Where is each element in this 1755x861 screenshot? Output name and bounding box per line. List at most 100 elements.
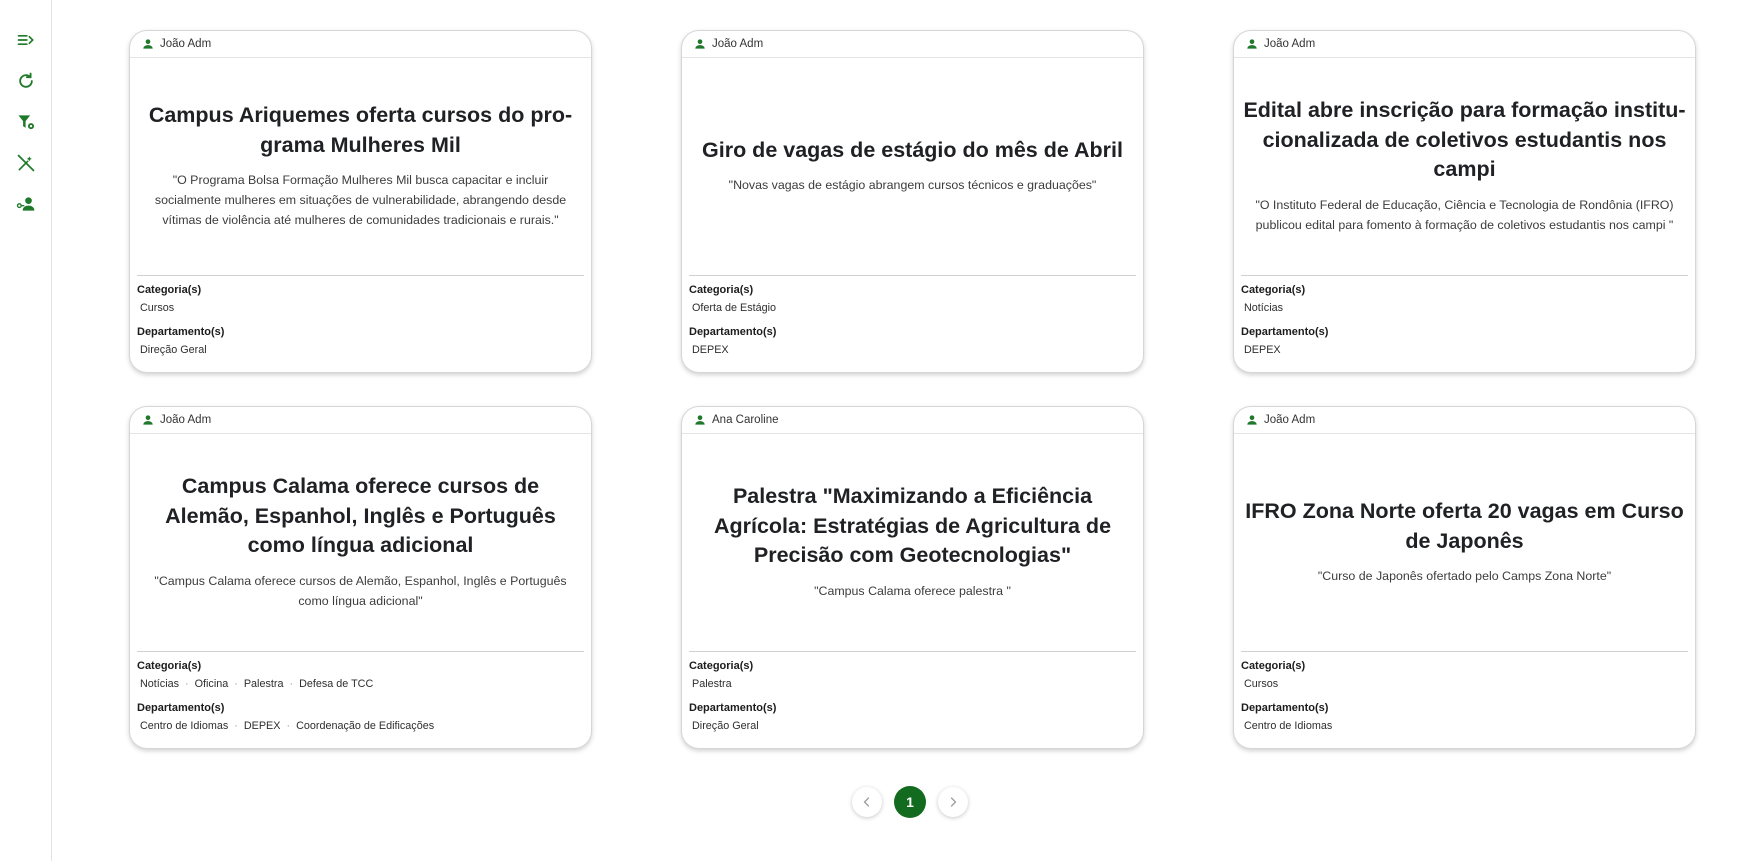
categories-list: Oferta de Estágio xyxy=(689,298,1136,319)
news-card[interactable]: João Adm Edital abre inscrição para form… xyxy=(1233,30,1696,373)
sidebar xyxy=(0,0,52,861)
departments-label: Departamento(s) xyxy=(689,702,777,714)
department-tag: Centro de Idiomas xyxy=(1244,720,1333,732)
card-summary: "Novas vagas de estágio abrangem cursos … xyxy=(728,178,1097,193)
departments-list: Centro de Idiomas xyxy=(1241,716,1688,737)
menu-open-icon[interactable] xyxy=(13,27,39,53)
departments-label: Departamento(s) xyxy=(137,702,225,714)
magic-wand-off-icon[interactable] xyxy=(13,150,39,176)
department-tag: Direção Geral xyxy=(692,720,759,732)
category-tag: Defesa de TCC xyxy=(299,678,374,690)
departments-list: Centro de Idiomas · DEPEX · Coordenação de E… xyxy=(137,716,584,737)
prev-page-button[interactable] xyxy=(852,787,882,817)
card-summary: "O Instituto Federal de Educação, Ciênci… xyxy=(1255,197,1674,232)
person-icon xyxy=(1245,37,1259,51)
department-tag: Centro de Idiomas xyxy=(140,720,229,732)
departments-list: DEPEX xyxy=(689,340,1136,361)
chevron-right-icon xyxy=(950,797,957,807)
categories-list: Palestra xyxy=(689,674,1136,695)
pagination: 1 xyxy=(852,786,968,818)
separator-dot: · xyxy=(289,678,294,690)
department-tag: DEPEX xyxy=(1244,344,1281,356)
news-card[interactable]: João Adm IFRO Zona Norte oferta 20 vagas… xyxy=(1233,406,1696,749)
page-1-button[interactable]: 1 xyxy=(894,786,926,818)
card-summary: "Campus Calama oferece cursos de Alemão,… xyxy=(154,573,567,608)
news-card[interactable]: João Adm Giro de vagas de estágio do mês… xyxy=(681,30,1144,373)
departments-label: Departamento(s) xyxy=(1241,702,1329,714)
refresh-icon[interactable] xyxy=(13,68,39,94)
user-key-icon[interactable] xyxy=(13,191,39,217)
author-name: João Adm xyxy=(1264,38,1316,50)
category-tag: Cursos xyxy=(140,302,175,314)
departments-list: Direção Geral xyxy=(137,340,584,361)
card-title[interactable]: Campus Ariquemes oferta cursos do pro- g… xyxy=(138,101,583,160)
card-author: Ana Caroline xyxy=(682,407,1143,434)
author-name: João Adm xyxy=(160,414,212,426)
card-summary: "Campus Calama oferece palestra " xyxy=(814,583,1011,598)
departments-list: Direção Geral xyxy=(689,716,1136,737)
filter-settings-icon[interactable] xyxy=(13,109,39,135)
categories-label: Categoria(s) xyxy=(137,660,202,672)
card-footer: Categoria(s) Notícias · Oficina · Palestra · D… xyxy=(137,651,584,742)
person-icon xyxy=(141,413,155,427)
departments-label: Departamento(s) xyxy=(137,326,225,338)
category-tag: Palestra xyxy=(692,678,732,690)
news-card[interactable]: João Adm Campus Ariquemes oferta cursos … xyxy=(129,30,592,373)
news-card[interactable]: Ana Caroline Palestra "Maximizando a Efi… xyxy=(681,406,1144,749)
categories-list: Cursos xyxy=(137,298,584,319)
categories-list: Notícias · Oficina · Palestra · Defesa de TCC xyxy=(137,674,584,695)
card-footer: Categoria(s) Notícias Departamento(s) DE… xyxy=(1241,275,1688,366)
department-tag: DEPEX xyxy=(692,344,729,356)
card-summary: "O Programa Bolsa Formação Mulheres Mil … xyxy=(154,173,567,227)
person-icon xyxy=(1245,413,1259,427)
card-footer: Categoria(s) Oferta de Estágio Departame… xyxy=(689,275,1136,366)
person-icon xyxy=(141,37,155,51)
card-author: João Adm xyxy=(1234,31,1695,58)
card-author: João Adm xyxy=(682,31,1143,58)
categories-label: Categoria(s) xyxy=(689,660,754,672)
card-title[interactable]: Edital abre inscrição para formação inst… xyxy=(1242,96,1687,185)
category-tag: Notícias xyxy=(140,678,180,690)
separator-dot: · xyxy=(286,720,291,732)
news-card[interactable]: João Adm Campus Calama oferece cursos de… xyxy=(129,406,592,749)
departments-list: DEPEX xyxy=(1241,340,1688,361)
card-footer: Categoria(s) Cursos Departamento(s) Dire… xyxy=(137,275,584,366)
categories-list: Cursos xyxy=(1241,674,1688,695)
categories-label: Categoria(s) xyxy=(689,284,754,296)
separator-dot: · xyxy=(185,678,189,690)
categories-label: Categoria(s) xyxy=(1241,284,1306,296)
card-title[interactable]: Palestra "Maximizando a Eficiência Agríc… xyxy=(690,482,1135,571)
card-title[interactable]: Giro de vagas de estágio do mês de Abril xyxy=(702,136,1123,166)
chevron-left-icon xyxy=(863,797,870,807)
separator-dot: · xyxy=(234,678,238,690)
card-author: João Adm xyxy=(130,31,591,58)
categories-label: Categoria(s) xyxy=(137,284,202,296)
author-name: João Adm xyxy=(712,38,764,50)
card-footer: Categoria(s) Cursos Departamento(s) Cent… xyxy=(1241,651,1688,742)
card-title[interactable]: IFRO Zona Norte oferta 20 vagas em Curso… xyxy=(1242,497,1687,556)
author-name: João Adm xyxy=(1264,414,1316,426)
card-title[interactable]: Campus Calama oferece cursos de Alemão, … xyxy=(138,472,583,561)
card-author: João Adm xyxy=(130,407,591,434)
categories-list: Notícias xyxy=(1241,298,1688,319)
next-page-button[interactable] xyxy=(938,787,968,817)
card-summary: "Curso de Japonês ofertado pelo Camps Zo… xyxy=(1317,569,1612,583)
card-footer: Categoria(s) Palestra Departamento(s) Di… xyxy=(689,651,1136,742)
author-name: Ana Caroline xyxy=(712,414,779,426)
category-tag: Oferta de Estágio xyxy=(692,302,777,314)
categories-label: Categoria(s) xyxy=(1241,660,1306,672)
card-author: João Adm xyxy=(1234,407,1695,434)
separator-dot: · xyxy=(234,720,238,732)
person-icon xyxy=(693,37,707,51)
category-tag: Notícias xyxy=(1244,302,1284,314)
department-tag: Coordenação de Edificações xyxy=(296,720,435,732)
departments-label: Departamento(s) xyxy=(1241,326,1329,338)
department-tag: DEPEX xyxy=(243,720,281,732)
category-tag: Palestra xyxy=(243,678,284,690)
author-name: João Adm xyxy=(160,38,212,50)
departments-label: Departamento(s) xyxy=(689,326,777,338)
person-icon xyxy=(693,413,707,427)
department-tag: Direção Geral xyxy=(140,344,207,356)
category-tag: Cursos xyxy=(1244,678,1279,690)
category-tag: Oficina xyxy=(194,678,229,690)
